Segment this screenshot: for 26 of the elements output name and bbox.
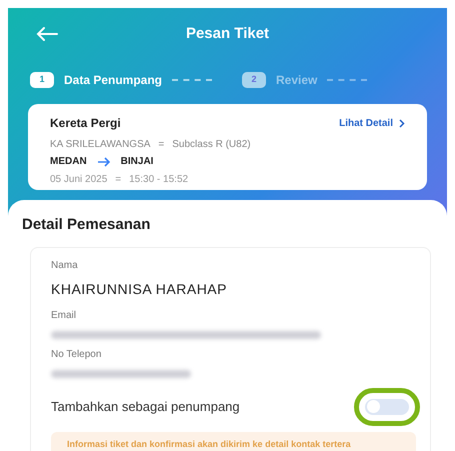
field-label: Nama	[51, 258, 79, 272]
info-notice: Informasi tiket dan konfirmasi akan dikirim ke detail kontak tertera	[51, 432, 416, 451]
step-label: Review	[276, 72, 318, 89]
toggle-label: Tambahkan sebagai penumpang	[51, 398, 240, 416]
back-arrow-icon[interactable]	[36, 26, 58, 42]
destination-station: BINJAI	[120, 155, 154, 169]
step-number: 1	[30, 72, 54, 88]
right-arrow-icon	[96, 156, 111, 166]
step-label: Data Penumpang	[64, 72, 162, 89]
subclass-text: Subclass R (U82)	[172, 138, 251, 152]
step-number: 2	[242, 72, 266, 88]
page-title: Pesan Tiket	[186, 25, 270, 42]
trip-time: 15:30 - 15:52	[129, 173, 188, 187]
chevron-right-icon	[399, 118, 405, 128]
toggle-switch[interactable]	[365, 398, 409, 414]
origin-station: MEDAN	[50, 155, 87, 169]
train-name: KA SRILELAWANGSA	[50, 138, 150, 152]
field-label: Email	[51, 308, 78, 322]
separator: =	[158, 138, 164, 152]
field-value: KHAIRUNNISA HARAHAP	[51, 280, 228, 298]
field-label: No Telepon	[51, 348, 102, 362]
trip-title: Kereta Pergi	[50, 115, 121, 132]
detail-link[interactable]: Lihat Detail	[339, 116, 405, 130]
trip-date: 05 Juni 2025	[50, 173, 108, 187]
separator: =	[115, 173, 122, 187]
section-title: Detail Pemesanan	[22, 215, 152, 235]
